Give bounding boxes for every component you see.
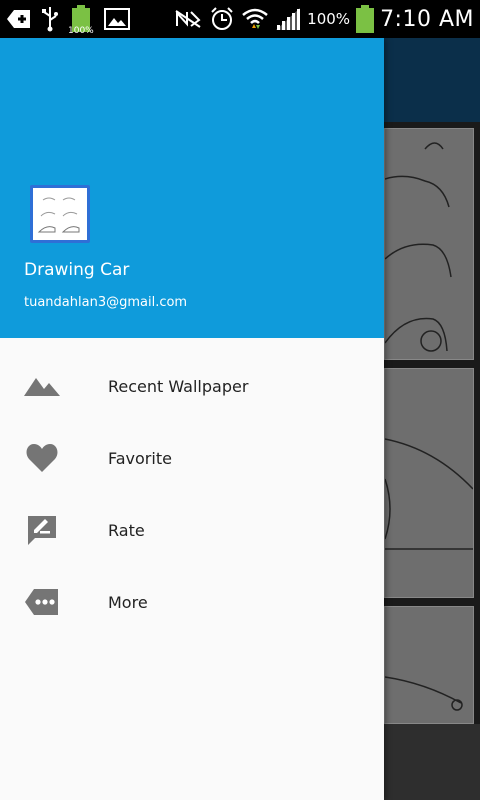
- landscape-icon: [24, 368, 60, 404]
- wallpaper-thumbnail[interactable]: [384, 128, 474, 360]
- status-bar: 100% 100% 7:10 AM: [0, 0, 480, 38]
- battery-small-label: 100%: [68, 26, 94, 36]
- menu-item-label: More: [108, 592, 148, 612]
- app-logo: [30, 185, 90, 243]
- back-notification-icon: [6, 0, 32, 38]
- usb-icon: [42, 0, 58, 38]
- menu-item-label: Recent Wallpaper: [108, 376, 249, 396]
- more-tag-icon: [24, 584, 60, 620]
- nfc-mute-icon: [173, 0, 203, 38]
- app-name: Drawing Car: [24, 260, 130, 280]
- battery-icon: [356, 0, 375, 38]
- drawer-menu: Recent Wallpaper Favorite Rate More: [0, 350, 384, 638]
- menu-item-more[interactable]: More: [0, 566, 384, 638]
- wifi-icon: [241, 0, 269, 38]
- heart-icon: [24, 440, 60, 476]
- rate-review-icon: [24, 512, 60, 548]
- menu-item-rate[interactable]: Rate: [0, 494, 384, 566]
- menu-item-label: Favorite: [108, 448, 172, 468]
- menu-item-recent-wallpaper[interactable]: Recent Wallpaper: [0, 350, 384, 422]
- alarm-icon: [209, 0, 235, 38]
- drawer-header: Drawing Car tuandahlan3@gmail.com: [0, 38, 384, 338]
- clock: 7:10 AM: [380, 6, 474, 32]
- wallpaper-thumbnail[interactable]: [384, 368, 474, 598]
- wallpaper-thumbnail[interactable]: [384, 606, 474, 724]
- menu-item-favorite[interactable]: Favorite: [0, 422, 384, 494]
- account-email: tuandahlan3@gmail.com: [24, 295, 188, 310]
- image-icon: [104, 0, 130, 38]
- menu-item-label: Rate: [108, 520, 145, 540]
- battery-percent: 100%: [307, 10, 351, 28]
- signal-icon: [275, 0, 301, 38]
- battery-small-icon: 100%: [68, 0, 94, 38]
- navigation-drawer: Drawing Car tuandahlan3@gmail.com Recent…: [0, 38, 384, 800]
